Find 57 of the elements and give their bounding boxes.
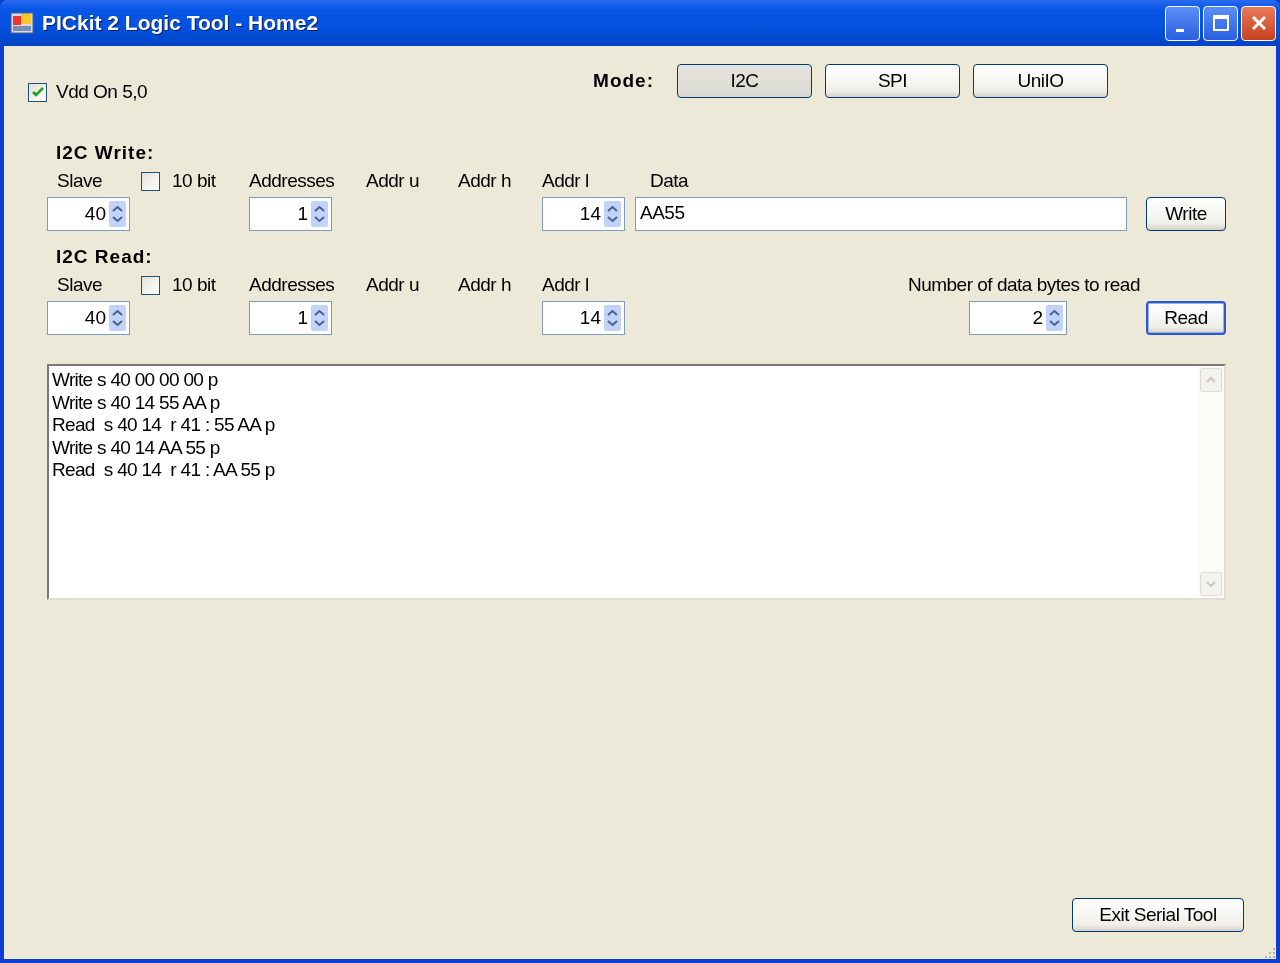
ten-bit-checkbox[interactable]: [141, 275, 160, 295]
slave-label: Slave: [57, 170, 104, 192]
log-line: Write s 40 14 AA 55 p: [52, 436, 221, 459]
data-field[interactable]: AA55: [635, 197, 1127, 231]
log-line: Read s 40 14 r 41 : 55 AA p: [52, 414, 276, 437]
close-button[interactable]: [1241, 5, 1276, 41]
exit-button[interactable]: Exit Serial Tool: [1072, 898, 1244, 932]
read-button[interactable]: Read: [1146, 301, 1226, 335]
ten-bit-checkbox[interactable]: [141, 171, 160, 191]
spin-arrows-icon[interactable]: [311, 305, 328, 331]
slave-label: Slave: [57, 274, 104, 296]
bytes-to-read-label: Number of data bytes to read: [907, 274, 1140, 296]
addr-h-label: Addr h: [458, 170, 512, 192]
spin-arrows-icon[interactable]: [604, 305, 621, 331]
addresses-label: Addresses: [249, 274, 336, 296]
mode-button[interactable]: I2C: [677, 64, 812, 98]
addresses-label: Addresses: [249, 170, 336, 192]
mode-button[interactable]: SPI: [825, 64, 960, 98]
data-label: Data: [650, 170, 690, 192]
ten-bit-label: 10 bit: [172, 170, 216, 192]
write-button[interactable]: Write: [1146, 197, 1226, 231]
spin-arrows-icon[interactable]: [109, 305, 126, 331]
addr-u-label: Addr u: [366, 274, 420, 296]
slave-spinner[interactable]: 40: [47, 197, 130, 231]
minimize-icon: [1175, 28, 1184, 32]
addr-l-label: Addr l: [542, 170, 590, 192]
maximize-icon: [1211, 14, 1230, 32]
bytes-spinner[interactable]: 2: [969, 301, 1067, 335]
log-line: Write s 40 00 00 00 p: [52, 369, 219, 392]
window-title: PICkit 2 Logic Tool - Home2: [42, 11, 320, 35]
spin-arrows-icon[interactable]: [604, 201, 621, 227]
minimize-button[interactable]: [1165, 5, 1200, 41]
spin-arrows-icon[interactable]: [311, 201, 328, 227]
section-title: I2C Read:: [56, 246, 154, 269]
spin-arrows-icon[interactable]: [1046, 305, 1063, 331]
addr-u-label: Addr u: [366, 170, 420, 192]
resize-grip-icon[interactable]: [1262, 945, 1276, 959]
check-icon: [30, 85, 45, 99]
slave-spinner[interactable]: 40: [47, 301, 130, 335]
addresses-spinner[interactable]: 1: [249, 301, 332, 335]
ten-bit-label: 10 bit: [172, 274, 216, 296]
addr-h-label: Addr h: [458, 274, 512, 296]
section-title: I2C Write:: [56, 142, 156, 165]
mode-label: Mode:: [593, 70, 654, 92]
spin-arrows-icon[interactable]: [109, 201, 126, 227]
mode-button[interactable]: UniIO: [973, 64, 1108, 98]
log-line: Read s 40 14 r 41 : AA 55 p: [52, 459, 276, 482]
log-line: Write s 40 14 55 AA p: [52, 391, 221, 414]
vdd-label: Vdd On 5,0: [56, 81, 148, 103]
addr-l-label: Addr l: [542, 274, 590, 296]
vdd-checkbox[interactable]: [28, 82, 47, 102]
app-icon: [10, 12, 34, 34]
maximize-button[interactable]: [1203, 5, 1238, 41]
close-icon: [1249, 14, 1268, 32]
addr-l-spinner[interactable]: 14: [542, 301, 625, 335]
addresses-spinner[interactable]: 1: [249, 197, 332, 231]
addr-l-spinner[interactable]: 14: [542, 197, 625, 231]
